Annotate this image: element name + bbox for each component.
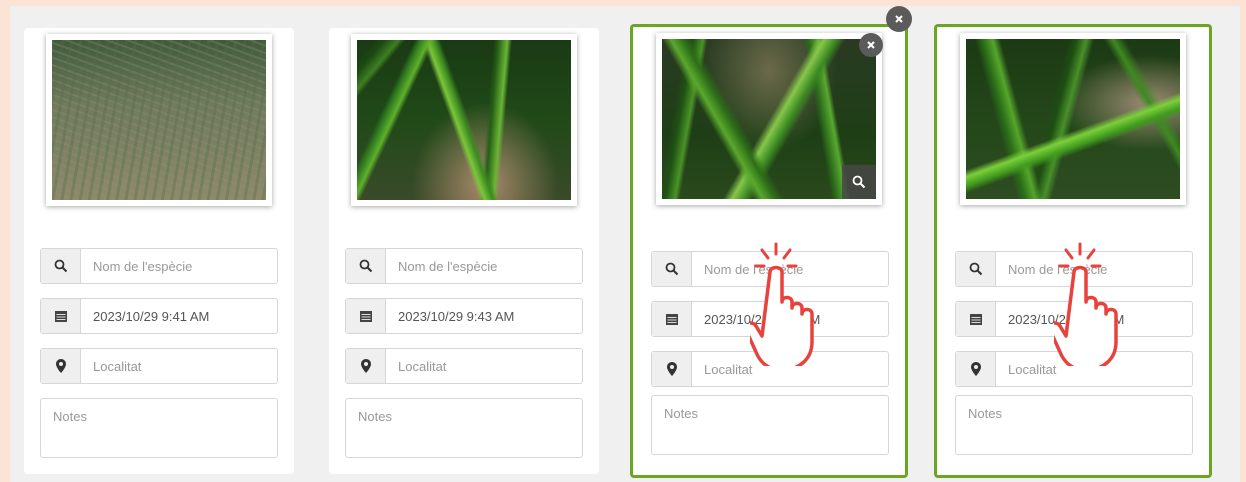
search-icon — [652, 252, 692, 286]
location-input[interactable]: Localitat — [386, 359, 446, 374]
datetime-input[interactable]: 2023/10/29 9:43 AM — [386, 309, 514, 324]
notes-textarea[interactable]: Notes — [345, 398, 583, 458]
datetime-field[interactable]: 2023/10/29 9:41 AM — [40, 298, 278, 334]
search-icon — [346, 249, 386, 283]
tap-hand-icon — [1054, 242, 1118, 366]
remove-photo-button[interactable] — [859, 33, 883, 57]
species-field[interactable]: Nom de l'espècie — [40, 248, 278, 284]
location-input[interactable]: Localitat — [692, 362, 752, 377]
location-field[interactable]: Localitat — [40, 348, 278, 384]
photo-thumbnail[interactable] — [960, 33, 1186, 205]
location-input[interactable]: Localitat — [996, 362, 1056, 377]
close-icon — [867, 41, 875, 49]
seagrass-photo — [52, 40, 266, 200]
map-marker-icon — [652, 352, 692, 386]
species-input[interactable]: Nom de l'espècie — [81, 259, 192, 274]
zoom-button[interactable] — [842, 165, 876, 199]
datetime-input[interactable]: 2023/10/29 9:41 AM — [81, 309, 209, 324]
seagrass-photo — [357, 40, 571, 200]
search-icon — [956, 252, 996, 286]
calendar-icon — [41, 299, 81, 333]
location-input[interactable]: Localitat — [81, 359, 141, 374]
calendar-icon — [346, 299, 386, 333]
notes-textarea[interactable]: Notes — [955, 395, 1193, 455]
map-marker-icon — [346, 349, 386, 383]
map-marker-icon — [41, 349, 81, 383]
notes-textarea[interactable]: Notes — [651, 395, 889, 455]
photo-card-2[interactable]: Nom de l'espècie 2023/10/29 9:43 AM Loca… — [329, 28, 599, 474]
datetime-field[interactable]: 2023/10/29 9:43 AM — [345, 298, 583, 334]
photo-gallery-panel: Nom de l'espècie 2023/10/29 9:41 AM Loca… — [10, 6, 1240, 482]
photo-thumbnail[interactable] — [351, 34, 577, 206]
location-field[interactable]: Localitat — [345, 348, 583, 384]
deselect-card-button[interactable] — [886, 6, 912, 32]
photo-thumbnail[interactable] — [46, 34, 272, 206]
species-field[interactable]: Nom de l'espècie — [345, 248, 583, 284]
zoom-icon — [852, 175, 866, 189]
species-input[interactable]: Nom de l'espècie — [386, 259, 497, 274]
seagrass-photo — [966, 39, 1180, 199]
map-marker-icon — [956, 352, 996, 386]
photo-card-1[interactable]: Nom de l'espècie 2023/10/29 9:41 AM Loca… — [24, 28, 294, 474]
photo-thumbnail[interactable] — [656, 33, 882, 205]
close-icon — [895, 15, 903, 23]
tap-hand-icon — [750, 242, 814, 366]
seagrass-photo — [662, 39, 876, 199]
search-icon — [41, 249, 81, 283]
calendar-icon — [652, 302, 692, 336]
calendar-icon — [956, 302, 996, 336]
notes-textarea[interactable]: Notes — [40, 398, 278, 458]
